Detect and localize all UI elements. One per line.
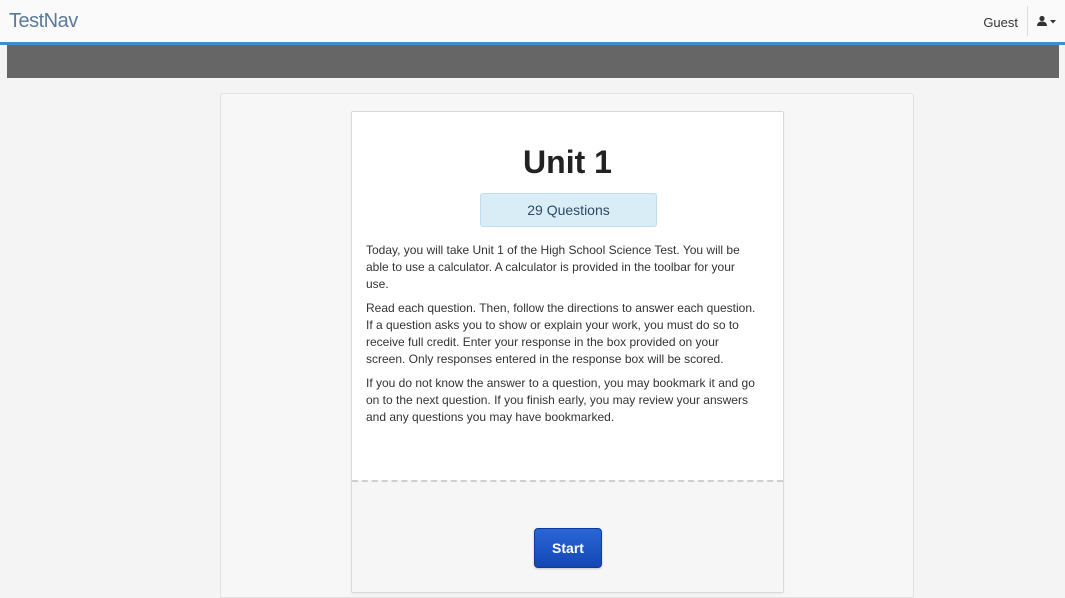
user-name: Guest (983, 15, 1018, 30)
question-count-badge: 29 Questions (480, 193, 657, 227)
test-intro-card: Unit 1 29 Questions Today, you will take… (351, 111, 784, 593)
user-icon (1036, 15, 1056, 26)
instruction-paragraph: Today, you will take Unit 1 of the High … (366, 243, 740, 291)
top-navbar: TestNav Guest (0, 0, 1065, 45)
start-button[interactable]: Start (534, 528, 602, 568)
instruction-paragraph: Read each question. Then, follow the dir… (366, 301, 756, 366)
caret-down-icon (1049, 20, 1056, 24)
test-title: Unit 1 (523, 144, 612, 180)
instruction-paragraph: If you do not know the answer to a quest… (366, 376, 755, 424)
instructions: Today, you will take Unit 1 of the High … (366, 242, 758, 433)
brand-logo: TestNav (9, 10, 78, 32)
user-menu-button[interactable] (1027, 6, 1065, 36)
card-footer: Start (352, 480, 783, 592)
toolbar-bar (7, 45, 1059, 78)
